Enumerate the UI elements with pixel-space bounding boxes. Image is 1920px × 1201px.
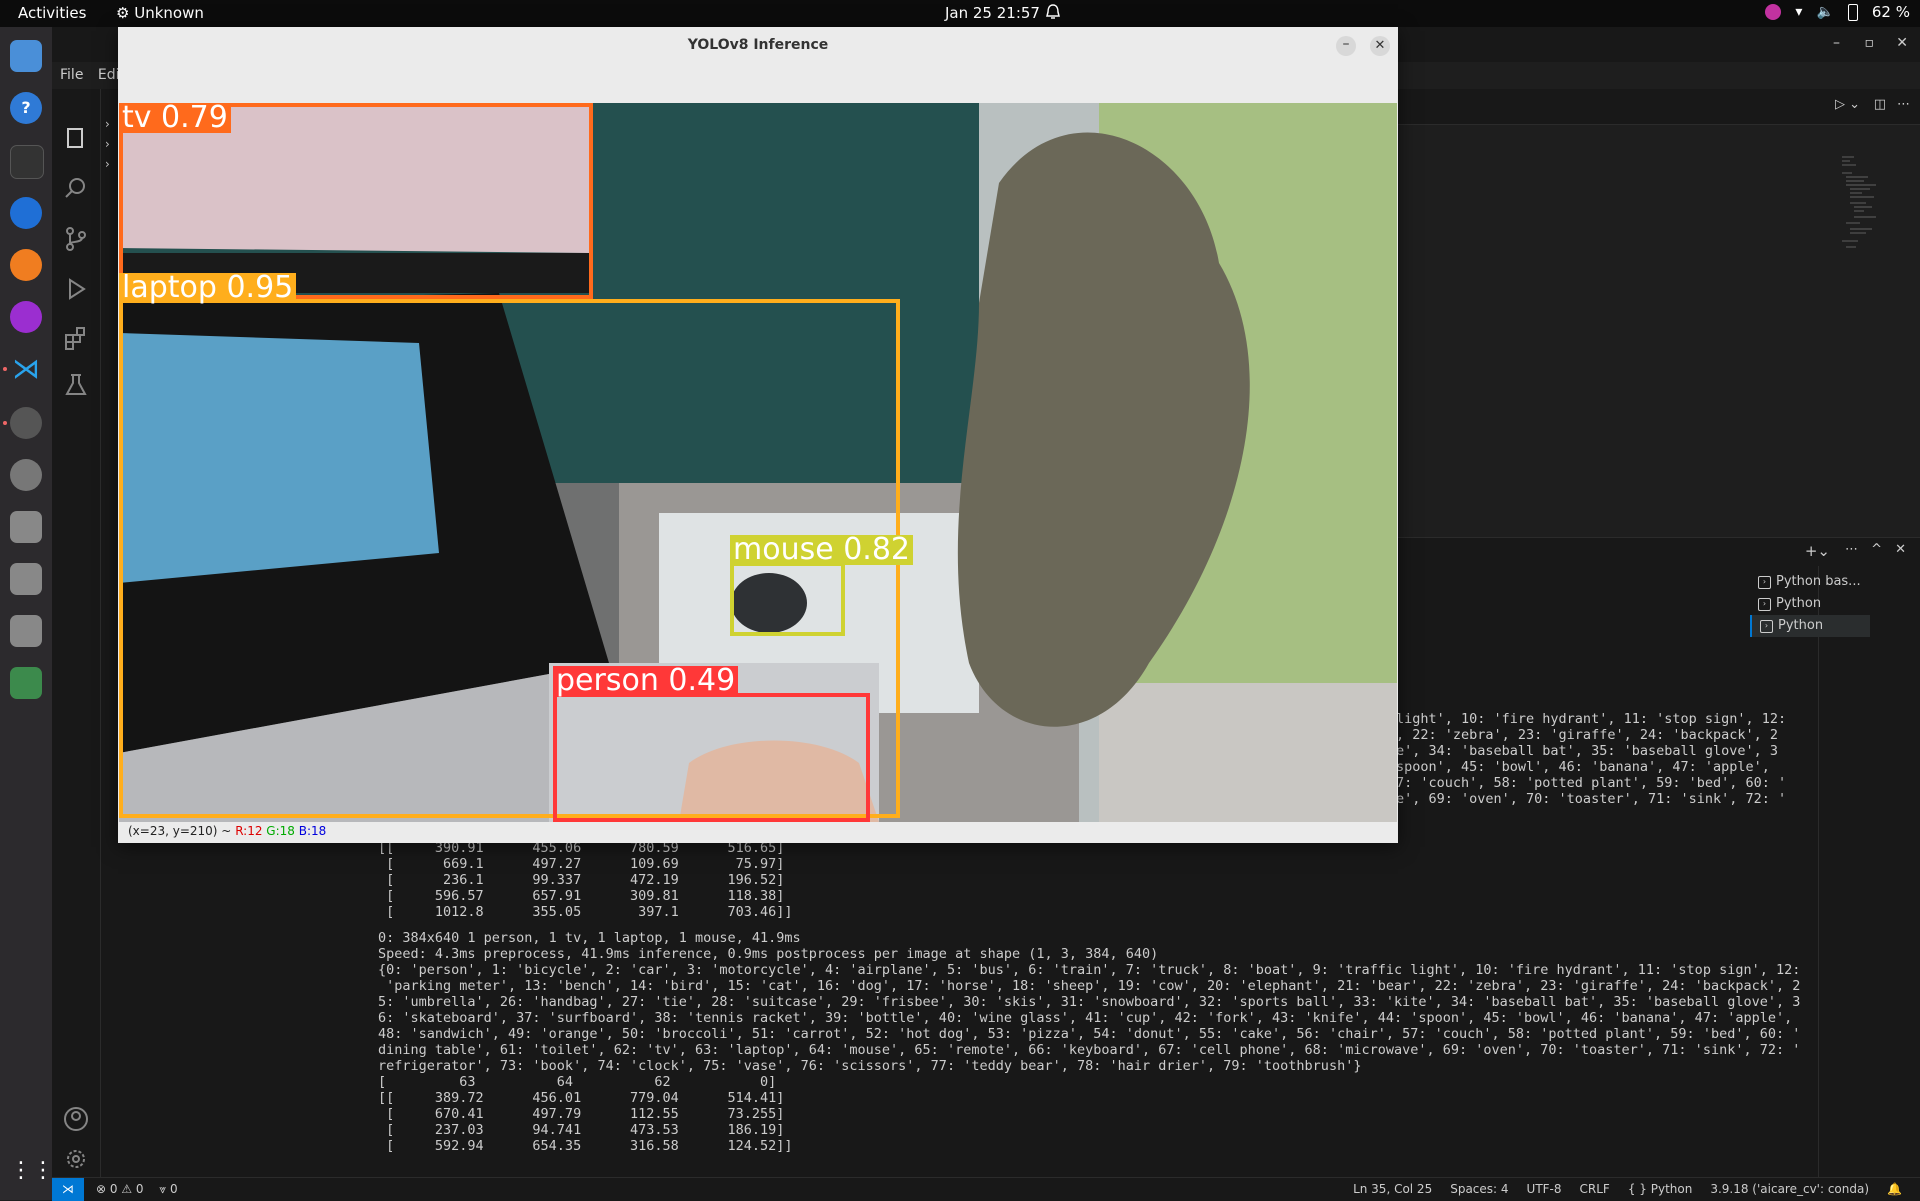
detection-label-laptop: laptop 0.95 [119, 273, 297, 303]
terminal-divider [1818, 566, 1819, 1196]
extensions-icon[interactable] [62, 325, 90, 353]
account-icon[interactable] [62, 1105, 90, 1133]
vs-minimize-icon[interactable]: – [1833, 35, 1840, 51]
trash-icon[interactable] [10, 667, 42, 699]
detection-label-tv: tv 0.79 [119, 103, 231, 133]
python-interpreter[interactable]: 3.9.18 ('aicare_cv': conda) [1710, 1182, 1869, 1196]
chevron-right-icon[interactable]: › [105, 137, 110, 151]
status-bar: ⋊ ⊗ 0 ⚠ 0 ⩔ 0 Ln 35, Col 25 Spaces: 4 UT… [52, 1177, 1920, 1201]
problems-indicator[interactable]: ⊗ 0 ⚠ 0 [96, 1182, 144, 1196]
pixel-coords: (x=23, y=210) ~ [128, 824, 232, 838]
chevron-right-icon[interactable]: › [105, 117, 110, 131]
clock[interactable]: Jan 25 21:57 [945, 4, 1040, 22]
terminal-icon: › [1760, 620, 1773, 633]
vscode-icon[interactable]: ⋊ [10, 353, 42, 385]
terminal-icon[interactable] [10, 145, 44, 179]
settings-running-dot [3, 421, 7, 425]
terminal-icon: › [1758, 598, 1771, 611]
terminal-item-python[interactable]: › Python [1750, 593, 1870, 615]
detection-label-person: person 0.49 [553, 666, 739, 696]
disk2-icon[interactable] [10, 563, 42, 595]
files-icon[interactable] [10, 40, 42, 72]
indentation[interactable]: Spaces: 4 [1450, 1182, 1508, 1196]
new-terminal-icon[interactable]: +⌄ [1805, 542, 1830, 560]
pixel-r: R:12 [235, 824, 263, 838]
firefox-tray-icon[interactable] [1765, 4, 1782, 20]
app-grid-icon[interactable]: ⋮⋮⋮ [10, 1155, 76, 1187]
cursor-position[interactable]: Ln 35, Col 25 [1353, 1182, 1432, 1196]
app-menu[interactable]: ⚙ Unknown [116, 4, 204, 22]
detection-label-mouse: mouse 0.82 [730, 535, 914, 565]
language-mode[interactable]: { } Python [1628, 1182, 1693, 1196]
terminal-item-python-bash[interactable]: › Python bas... [1750, 571, 1870, 593]
vs-close-icon[interactable]: ✕ [1896, 35, 1908, 51]
activities-button[interactable]: Activities [18, 4, 86, 22]
yolo-minimize-button[interactable]: – [1336, 36, 1356, 56]
dock: ? ⋊ ⋮⋮⋮ [0, 27, 76, 1200]
battery-percent: 62 % [1871, 3, 1910, 21]
line-ending[interactable]: CRLF [1580, 1182, 1610, 1196]
volume-icon[interactable]: 🔈 [1816, 4, 1833, 20]
close-panel-icon[interactable]: ✕ [1895, 542, 1906, 557]
notifications-bell-icon[interactable]: 🔔 [1887, 1182, 1902, 1196]
vs-menubar: File Edi [60, 67, 120, 83]
encoding[interactable]: UTF-8 [1527, 1182, 1562, 1196]
terminal-item-python-active[interactable]: › Python [1750, 615, 1870, 637]
wifi-icon[interactable]: ▾ [1795, 4, 1802, 20]
pixel-b: B:18 [298, 824, 327, 838]
pixel-g: G:18 [266, 824, 295, 838]
menu-file[interactable]: File [60, 67, 83, 83]
menu-edit[interactable]: Edi [98, 67, 120, 83]
yolo-window: YOLOv8 Inference – ✕ tv 0.79 laptop 0.95… [118, 27, 1398, 843]
remote-indicator-icon[interactable]: ⋊ [52, 1178, 84, 1201]
manage-gear-icon[interactable] [62, 1145, 90, 1173]
split-editor-icon[interactable]: ◫ [1874, 97, 1886, 112]
firefox-dev-icon[interactable] [10, 301, 42, 333]
firefox-icon[interactable] [10, 249, 42, 281]
ports-indicator[interactable]: ⩔ 0 [159, 1182, 177, 1196]
explorer-icon[interactable] [62, 125, 90, 153]
settings-icon[interactable] [10, 407, 42, 439]
maximize-panel-icon[interactable]: ^ [1871, 542, 1882, 557]
source-control-icon[interactable] [62, 225, 90, 253]
run-icon[interactable]: ▷ ⌄ [1835, 97, 1860, 112]
app-name: Unknown [134, 4, 204, 22]
disk3-icon[interactable] [10, 615, 42, 647]
battery-icon[interactable] [1847, 3, 1858, 21]
detection-box-person [553, 693, 870, 822]
testing-icon[interactable] [62, 371, 90, 399]
vscode-running-dot [3, 367, 7, 371]
top-bar: Activities ⚙ Unknown Jan 25 21:57 ▾ 🔈 62… [0, 0, 1920, 27]
yolo-window-title: YOLOv8 Inference [118, 27, 1398, 64]
pixel-info-bar: (x=23, y=210) ~ R:12 G:18 B:18 [128, 824, 326, 838]
chrome-icon[interactable] [10, 197, 42, 229]
activity-bar [52, 89, 101, 1200]
terminal-list: › Python bas... › Python › Python [1750, 571, 1870, 637]
help-icon[interactable]: ? [10, 92, 42, 124]
chevron-right-icon[interactable]: › [105, 157, 110, 171]
search-icon[interactable] [62, 175, 90, 203]
alarm-bell-icon [1046, 4, 1060, 19]
terminal-array-output: [[ 390.91 455.06 780.59 516.65] [ 669.1 … [378, 840, 793, 920]
yolo-close-button[interactable]: ✕ [1370, 36, 1390, 56]
disk1-icon[interactable] [10, 511, 42, 543]
software-icon[interactable] [10, 459, 42, 491]
app-gear-icon: ⚙ [116, 4, 130, 22]
terminal-output: 0: 384x640 1 person, 1 tv, 1 laptop, 1 m… [378, 930, 1800, 1154]
terminal-output-partial: light', 10: 'fire hydrant', 11: 'stop si… [1396, 711, 1787, 807]
minimap[interactable] [1786, 147, 1886, 287]
terminal-icon: › [1758, 576, 1771, 589]
vs-maximize-icon[interactable]: ▫ [1865, 35, 1875, 51]
panel-more-icon[interactable]: ⋯ [1845, 542, 1858, 557]
more-actions-icon[interactable]: ⋯ [1897, 97, 1910, 112]
inference-image[interactable]: tv 0.79 laptop 0.95 mouse 0.82 person 0.… [119, 103, 1397, 822]
run-debug-icon[interactable] [62, 275, 90, 303]
detection-box-mouse [730, 562, 845, 636]
